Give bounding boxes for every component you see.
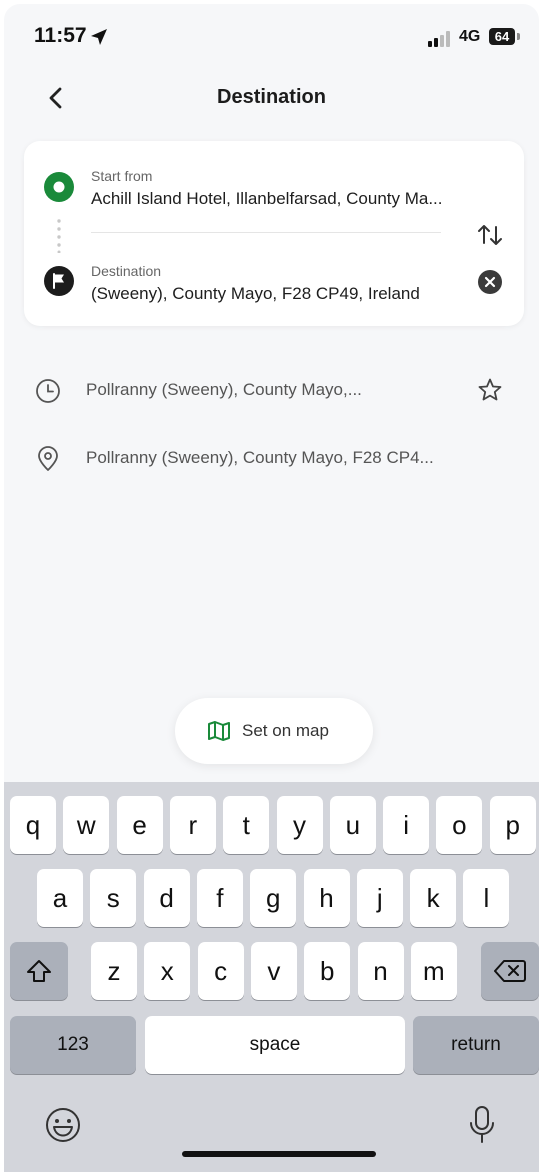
key-t[interactable]: t bbox=[223, 796, 270, 854]
shift-icon bbox=[27, 960, 51, 982]
key-o[interactable]: o bbox=[436, 796, 483, 854]
backspace-key[interactable] bbox=[481, 942, 539, 1000]
field-divider bbox=[91, 232, 441, 233]
suggestion-item-place[interactable]: Pollranny (Sweeny), County Mayo, F28 CP4… bbox=[4, 430, 539, 486]
key-w[interactable]: w bbox=[63, 796, 110, 854]
key-f[interactable]: f bbox=[196, 869, 243, 927]
key-a[interactable]: a bbox=[37, 869, 83, 927]
key-e[interactable]: e bbox=[116, 796, 163, 854]
key-b[interactable]: b bbox=[304, 942, 351, 1000]
start-from-field[interactable]: Achill Island Hotel, Illanbelfarsad, Cou… bbox=[91, 189, 496, 209]
key-i[interactable]: i bbox=[383, 796, 430, 854]
key-z[interactable]: z bbox=[91, 942, 137, 1000]
keyboard: qwertyuiop asdfghjkl zxcvbnm 123 space r… bbox=[4, 782, 539, 1172]
swap-arrows-icon[interactable] bbox=[476, 221, 504, 249]
key-p[interactable]: p bbox=[489, 796, 536, 854]
network-type: 4G bbox=[459, 28, 481, 45]
route-connector-dots bbox=[57, 219, 61, 253]
return-key[interactable]: return bbox=[413, 1016, 539, 1074]
start-from-label: Start from bbox=[91, 168, 153, 184]
microphone-icon[interactable] bbox=[466, 1104, 498, 1146]
shift-key[interactable] bbox=[10, 942, 68, 1000]
key-y[interactable]: y bbox=[276, 796, 323, 854]
key-m[interactable]: m bbox=[410, 942, 457, 1000]
start-point-icon bbox=[44, 172, 74, 202]
star-icon[interactable] bbox=[476, 376, 504, 404]
map-pin-icon bbox=[38, 446, 58, 471]
key-l[interactable]: l bbox=[463, 869, 510, 927]
set-on-map-button[interactable]: Set on map bbox=[175, 698, 373, 764]
key-q[interactable]: q bbox=[10, 796, 56, 854]
route-card: Start from Achill Island Hotel, Illanbel… bbox=[24, 141, 524, 326]
numbers-key[interactable]: 123 bbox=[10, 1016, 136, 1074]
status-bar: 11:57 4G 64 bbox=[4, 4, 539, 68]
key-c[interactable]: c bbox=[197, 942, 244, 1000]
home-indicator bbox=[182, 1151, 376, 1157]
key-g[interactable]: g bbox=[250, 869, 297, 927]
cellular-signal-icon bbox=[428, 31, 450, 47]
emoji-icon[interactable] bbox=[44, 1106, 82, 1144]
suggestion-item-recent[interactable]: Pollranny (Sweeny), County Mayo,... bbox=[4, 362, 539, 418]
key-d[interactable]: d bbox=[143, 869, 190, 927]
status-time: 11:57 bbox=[34, 24, 87, 47]
destination-field[interactable]: (Sweeny), County Mayo, F28 CP49, Ireland bbox=[91, 284, 496, 304]
battery-icon: 64 bbox=[489, 28, 515, 45]
key-v[interactable]: v bbox=[250, 942, 297, 1000]
key-j[interactable]: j bbox=[356, 869, 403, 927]
map-icon bbox=[208, 721, 230, 741]
key-r[interactable]: r bbox=[169, 796, 216, 854]
key-n[interactable]: n bbox=[357, 942, 404, 1000]
destination-label: Destination bbox=[91, 263, 162, 279]
key-s[interactable]: s bbox=[90, 869, 137, 927]
key-u[interactable]: u bbox=[329, 796, 376, 854]
key-x[interactable]: x bbox=[144, 942, 191, 1000]
destination-flag-icon bbox=[44, 266, 74, 296]
space-key[interactable]: space bbox=[145, 1016, 405, 1074]
suggestion-text: Pollranny (Sweeny), County Mayo,... bbox=[86, 380, 362, 399]
key-k[interactable]: k bbox=[410, 869, 457, 927]
battery-nub bbox=[517, 33, 520, 40]
backspace-icon bbox=[494, 960, 526, 982]
suggestion-text: Pollranny (Sweeny), County Mayo, F28 CP4… bbox=[86, 448, 434, 467]
key-h[interactable]: h bbox=[303, 869, 350, 927]
page-title: Destination bbox=[217, 86, 326, 108]
set-on-map-label: Set on map bbox=[242, 721, 329, 740]
clear-circle-icon[interactable] bbox=[477, 269, 503, 295]
location-arrow-icon bbox=[91, 29, 107, 45]
clock-icon bbox=[36, 379, 60, 403]
screen: 11:57 4G 64 Destination Start from Achil… bbox=[4, 4, 539, 1172]
